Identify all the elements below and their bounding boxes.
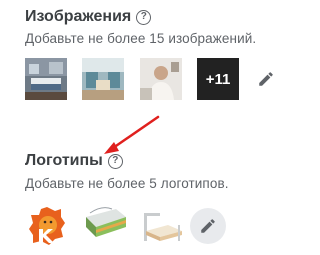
images-section-title-row: Изображения ? — [25, 8, 152, 26]
pencil-icon — [201, 219, 215, 233]
help-icon[interactable]: ? — [136, 9, 152, 25]
logo-thumbnail-bed[interactable] — [140, 203, 184, 247]
more-images-thumbnail[interactable]: +11 — [197, 58, 239, 100]
logo-thumbnail-lion[interactable] — [25, 203, 69, 247]
assets-panel: Изображения ? Добавьте не более 15 изобр… — [0, 0, 308, 255]
logos-section-title: Логотипы — [25, 152, 103, 169]
more-images-count: +11 — [205, 70, 231, 88]
images-section-hint: Добавьте не более 15 изображений. — [25, 31, 257, 46]
pencil-icon — [259, 72, 273, 86]
help-icon[interactable]: ? — [107, 153, 123, 169]
image-thumbnail-bedroom[interactable] — [25, 58, 67, 100]
logos-section-title-row: Логотипы ? — [25, 152, 123, 170]
image-thumbnail-person[interactable] — [140, 58, 182, 100]
edit-images-button[interactable] — [255, 68, 277, 90]
image-thumbnail-room[interactable] — [82, 58, 124, 100]
images-section-title: Изображения — [25, 8, 132, 25]
logo-thumbnail-mattress[interactable] — [82, 203, 128, 247]
edit-logos-button[interactable] — [190, 208, 226, 244]
logos-section-hint: Добавьте не более 5 логотипов. — [25, 176, 229, 191]
